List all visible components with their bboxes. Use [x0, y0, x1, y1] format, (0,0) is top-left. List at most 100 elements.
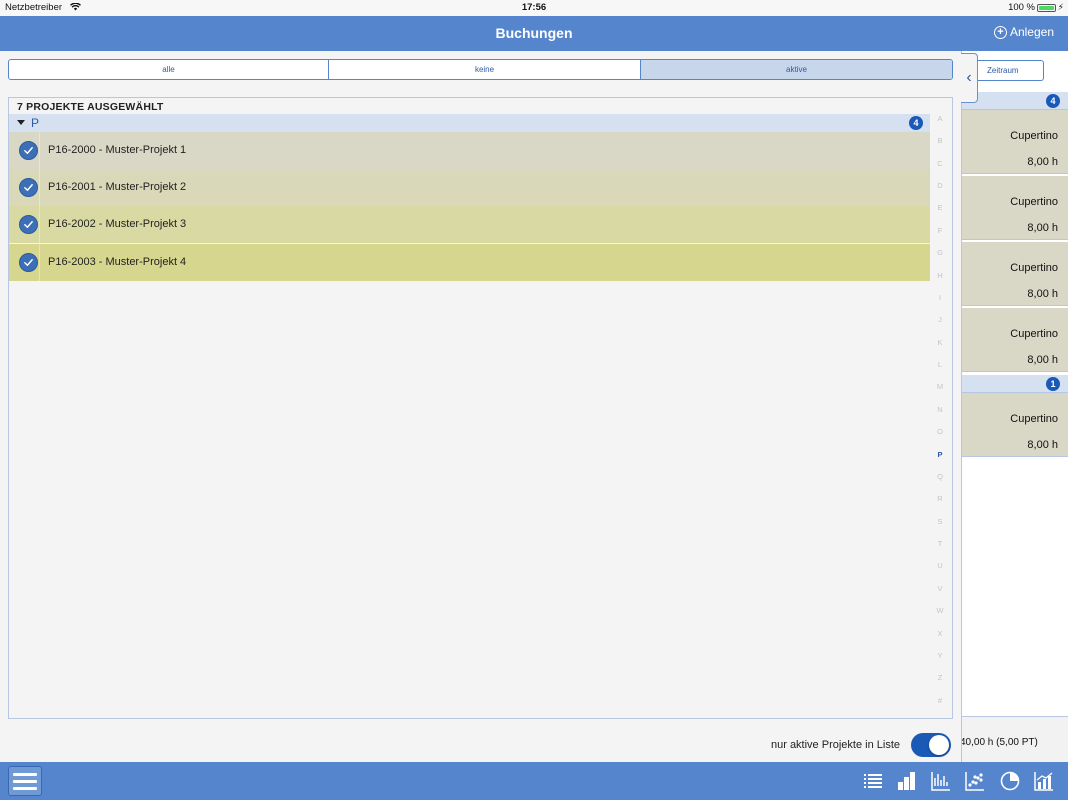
battery-icon — [1037, 4, 1056, 12]
project-row[interactable]: P16-2003 - Muster-Projekt 4 — [9, 244, 930, 281]
battery-percent: 100 % — [1008, 2, 1035, 13]
section-letter: P — [31, 116, 40, 130]
section-count-badge: 4 — [909, 116, 923, 130]
booking-location: Cupertino — [1010, 328, 1058, 340]
index-letter[interactable]: K — [933, 338, 947, 347]
checkmark-circle-icon[interactable] — [19, 253, 38, 272]
index-letter[interactable]: O — [933, 427, 947, 436]
index-letter[interactable]: N — [933, 405, 947, 414]
project-label: P16-2000 - Muster-Projekt 1 — [48, 144, 187, 156]
group-count-badge: 1 — [1046, 377, 1060, 391]
index-letter[interactable]: # — [933, 696, 947, 705]
index-letter[interactable]: J — [933, 315, 947, 324]
charging-icon: ⚡ — [1057, 2, 1064, 12]
index-letter[interactable]: X — [933, 629, 947, 638]
collapse-popover-button[interactable]: ‹ — [961, 53, 978, 103]
booking-card[interactable]: Cupertino 8,00 h — [960, 242, 1068, 306]
index-letter[interactable]: H — [933, 271, 947, 280]
index-letter[interactable]: L — [933, 360, 947, 369]
index-letter[interactable]: M — [933, 382, 947, 391]
row-divider — [39, 244, 40, 281]
index-letter[interactable]: S — [933, 517, 947, 526]
booking-hours: 8,00 h — [1027, 156, 1058, 168]
list-icon[interactable] — [862, 770, 884, 792]
booking-card[interactable]: Cupertino 8,00 h — [960, 110, 1068, 174]
section-header-p[interactable]: P 4 — [9, 114, 930, 132]
index-letter[interactable]: Q — [933, 472, 947, 481]
add-button[interactable]: + Anlegen — [993, 25, 1054, 39]
index-letter[interactable]: C — [933, 159, 947, 168]
index-letter[interactable]: E — [933, 203, 947, 212]
segment-none[interactable]: keine — [329, 60, 641, 79]
bookings-list-panel: Zeitraum 4 Cupertino 8,00 h Cupertino 8,… — [960, 51, 1068, 762]
project-label: P16-2002 - Muster-Projekt 3 — [48, 218, 187, 230]
navigation-bar: Buchungen + Anlegen — [0, 16, 1068, 51]
index-letter[interactable]: U — [933, 561, 947, 570]
collapse-triangle-icon[interactable] — [17, 120, 25, 125]
index-letter[interactable]: Y — [933, 651, 947, 660]
index-letter[interactable]: P — [933, 450, 947, 459]
segment-active[interactable]: aktive — [641, 60, 952, 79]
index-letter[interactable]: A — [933, 114, 947, 123]
booking-card[interactable]: Cupertino 8,00 h — [960, 393, 1068, 457]
index-letter[interactable]: Z — [933, 673, 947, 682]
combo-chart-icon[interactable] — [1033, 770, 1055, 792]
booking-location: Cupertino — [1010, 413, 1058, 425]
segment-all[interactable]: alle — [9, 60, 329, 79]
checkmark-circle-icon[interactable] — [19, 215, 38, 234]
row-divider — [39, 132, 40, 169]
status-bar: Netzbetreiber 17:56 100 % ⚡ — [0, 0, 1068, 16]
alphabet-index[interactable]: A B C D E F G H I J K L M N O P Q R S T U V W X Y Z # — [933, 114, 947, 718]
booking-hours: 8,00 h — [1027, 354, 1058, 366]
index-letter[interactable]: B — [933, 136, 947, 145]
group-count-badge: 4 — [1046, 94, 1060, 108]
bottom-toolbar — [0, 762, 1068, 800]
bookings-summary: 40,00 h (5,00 PT) — [960, 716, 1068, 762]
bar-chart-icon[interactable] — [896, 770, 918, 792]
project-label: P16-2001 - Muster-Projekt 2 — [48, 181, 187, 193]
project-list: 7 PROJEKTE AUSGEWÄHLT P 4 P16-2000 - Mus… — [8, 97, 953, 719]
project-row[interactable]: P16-2001 - Muster-Projekt 2 — [9, 169, 930, 206]
period-button[interactable]: Zeitraum — [970, 60, 1044, 81]
project-row[interactable]: P16-2000 - Muster-Projekt 1 — [9, 132, 930, 169]
menu-button[interactable] — [8, 766, 42, 796]
index-letter[interactable]: V — [933, 584, 947, 593]
total-hours: 40,00 h (5,00 PT) — [960, 737, 1038, 748]
booking-card[interactable]: Cupertino 8,00 h — [960, 308, 1068, 372]
plus-circle-icon: + — [993, 25, 1007, 39]
index-letter[interactable]: D — [933, 181, 947, 190]
checkmark-circle-icon[interactable] — [19, 178, 38, 197]
index-letter[interactable]: G — [933, 248, 947, 257]
checkmark-circle-icon[interactable] — [19, 141, 38, 160]
booking-hours: 8,00 h — [1027, 288, 1058, 300]
booking-hours: 8,00 h — [1027, 439, 1058, 451]
selected-count-label: 7 PROJEKTE AUSGEWÄHLT — [17, 101, 164, 113]
line-chart-icon[interactable] — [930, 770, 952, 792]
index-letter[interactable]: F — [933, 226, 947, 235]
period-button-label: Zeitraum — [987, 66, 1019, 75]
hamburger-line — [13, 779, 37, 783]
row-divider — [39, 206, 40, 243]
page-title: Buchungen — [495, 25, 573, 41]
bookings-group-header: 1 — [960, 375, 1068, 393]
booking-location: Cupertino — [1010, 130, 1058, 142]
pie-chart-icon[interactable] — [999, 770, 1021, 792]
booking-card[interactable]: Cupertino 8,00 h — [960, 176, 1068, 240]
active-only-toggle-label: nur aktive Projekte in Liste — [770, 739, 900, 751]
index-letter[interactable]: W — [933, 606, 947, 615]
index-letter[interactable]: T — [933, 539, 947, 548]
booking-location: Cupertino — [1010, 262, 1058, 274]
project-row[interactable]: P16-2002 - Muster-Projekt 3 — [9, 206, 930, 243]
active-only-toggle[interactable] — [911, 733, 951, 757]
toggle-knob — [929, 735, 949, 755]
scatter-chart-icon[interactable] — [964, 770, 986, 792]
project-filter-popover: alle keine aktive 7 PROJEKTE AUSGEWÄHLT … — [0, 51, 962, 762]
hamburger-line — [13, 772, 37, 776]
booking-hours: 8,00 h — [1027, 222, 1058, 234]
index-letter[interactable]: R — [933, 494, 947, 503]
index-letter[interactable]: I — [933, 293, 947, 302]
booking-location: Cupertino — [1010, 196, 1058, 208]
hamburger-line — [13, 786, 37, 790]
clock: 17:56 — [521, 2, 547, 13]
row-divider — [39, 169, 40, 206]
